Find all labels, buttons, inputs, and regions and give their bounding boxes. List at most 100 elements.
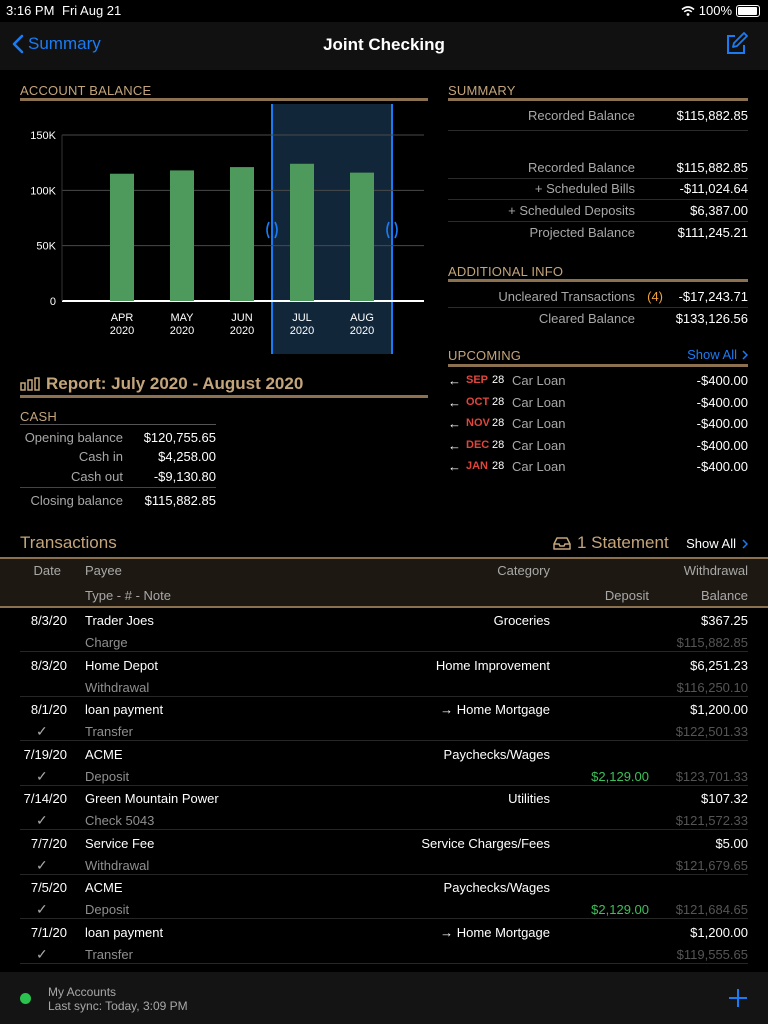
transaction-row[interactable]: 8/3/20 Home Depot Withdrawal Home Improveme… [0, 653, 768, 697]
transaction-type: Withdrawal [85, 857, 150, 873]
transaction-type: Withdrawal [85, 679, 150, 695]
transaction-balance: $123,701.33 [675, 768, 748, 784]
page-title: Joint Checking [323, 35, 445, 54]
x-tick-year: 2020 [110, 325, 134, 337]
cash-out-value: -$9,130.80 [153, 469, 216, 484]
transaction-date: 8/3/20 [30, 613, 67, 628]
transactions-title: Transactions [20, 533, 117, 552]
upcoming-amount: -$400.00 [696, 416, 748, 431]
transaction-type: Charge [85, 635, 128, 650]
x-tick-month: JUL [292, 312, 312, 324]
transaction-row[interactable]: 7/5/20 ACME Deposit Paychecks/Wages $2,129.0… [0, 875, 768, 919]
transactions-show-all-button[interactable]: Show All [686, 536, 748, 551]
statement-button[interactable]: 1 Statement [553, 533, 669, 553]
summary-deposits-value: $6,387.00 [690, 203, 748, 218]
upcoming-item[interactable]: ← OCT 28 Car Loan -$400.00 [448, 392, 748, 413]
column-balance[interactable]: Balance [701, 588, 748, 603]
upcoming-amount: -$400.00 [696, 373, 748, 388]
transaction-balance: $121,572.33 [675, 813, 748, 828]
summary-divider [448, 199, 748, 200]
transaction-row[interactable]: 7/14/20 Green Mountain Power Check 5043 Uti… [0, 786, 768, 830]
cash-rule [20, 424, 216, 425]
cash-total-rule [20, 487, 216, 488]
transaction-row[interactable]: 7/7/20 Service Fee Withdrawal Service Charg… [0, 831, 768, 875]
account-balance-header: ACCOUNT BALANCE [20, 83, 152, 98]
upcoming-list: ← SEP 28 Car Loan -$400.00 ← OCT 28 Car Loan -$40… [448, 370, 748, 480]
upcoming-month: SEP [466, 374, 489, 386]
transaction-row[interactable]: 7/1/20 loan payment Transfer → Home Mortgag… [0, 920, 768, 964]
upcoming-payee: Car Loan [512, 373, 566, 388]
arrow-left-icon: ← [448, 459, 461, 474]
transaction-category: Utilities [508, 791, 550, 806]
arrow-left-icon: ← [448, 373, 461, 388]
upcoming-month: OCT [466, 395, 490, 408]
transactions-show-all-label: Show All [686, 536, 736, 551]
transaction-payee: Home Depot [85, 657, 158, 673]
cash-opening-label: Opening balance [24, 430, 123, 445]
transaction-withdrawal: $107.32 [701, 791, 748, 806]
chevron-right-icon [742, 349, 748, 360]
upcoming-amount: -$400.00 [696, 459, 748, 474]
transaction-row[interactable]: 8/1/20 loan payment Transfer → Home Mortgag… [0, 697, 768, 741]
footer-accounts-label[interactable]: My Accounts [48, 985, 116, 999]
transaction-row[interactable]: 8/3/20 Trader Joes Charge Groceries $367.25 $… [0, 608, 768, 652]
row-divider [20, 962, 748, 964]
upcoming-month: JAN [466, 460, 489, 472]
cash-closing-value: $115,882.85 [144, 493, 216, 508]
bar-chart-icon [20, 377, 40, 391]
upcoming-day: 28 [492, 374, 505, 386]
upcoming-item[interactable]: ← JAN 28 Car Loan -$400.00 [448, 456, 748, 477]
inbox-tray-icon [553, 537, 571, 550]
column-header-top-rule [0, 557, 768, 559]
balance-bar [350, 172, 374, 301]
upcoming-amount: -$400.00 [696, 394, 748, 410]
edit-button[interactable] [724, 32, 748, 61]
summary-bills-value: -$11,024.64 [679, 181, 748, 196]
upcoming-amount: -$400.00 [696, 437, 748, 453]
upcoming-day: 28 [492, 438, 505, 451]
sync-status-dot [20, 993, 31, 1004]
upcoming-item[interactable]: ← DEC 28 Car Loan -$400.00 [448, 435, 748, 456]
transaction-row[interactable]: 7/19/20 ACME Deposit Paychecks/Wages $2,129.… [0, 742, 768, 786]
upcoming-item[interactable]: ← SEP 28 Car Loan -$400.00 [448, 370, 748, 391]
transaction-date: 7/14/20 [23, 791, 67, 806]
column-payee[interactable]: Payee [85, 563, 122, 578]
transaction-type: Deposit [85, 902, 130, 917]
upcoming-show-all-label: Show All [687, 347, 737, 362]
upcoming-rule [448, 364, 748, 367]
account-balance-chart[interactable]: 150K100K50K0APR2020MAY2020JUN2020JUL2020… [20, 104, 430, 356]
transaction-payee: Trader Joes [85, 613, 154, 628]
additional-divider [448, 307, 748, 308]
cleared-checkmark-icon: ✓ [36, 901, 48, 917]
transaction-balance: $116,250.10 [676, 679, 748, 695]
x-tick-month: MAY [170, 312, 194, 324]
additional-info-header: ADDITIONAL INFO [448, 264, 564, 279]
cash-in-label: Cash in [78, 449, 123, 464]
transaction-payee: ACME [85, 746, 123, 762]
column-deposit[interactable]: Deposit [605, 588, 649, 603]
cash-in-value: $4,258.00 [158, 449, 216, 464]
transaction-deposit: $2,129.00 [591, 902, 649, 917]
transaction-type: Deposit [85, 768, 130, 784]
column-category[interactable]: Category [497, 563, 550, 578]
statement-label: 1 Statement [577, 533, 669, 552]
column-type-note[interactable]: Type - # - Note [85, 588, 171, 603]
transaction-category: Service Charges/Fees [421, 835, 550, 851]
upcoming-day: 28 [492, 460, 505, 472]
add-transaction-button[interactable] [728, 988, 748, 1013]
battery-percent: 100% [698, 3, 732, 18]
transaction-category: → Home Mortgage [440, 924, 550, 940]
y-tick-label: 0 [50, 296, 56, 308]
column-date[interactable]: Date [0, 563, 61, 578]
summary-recorded-value: $115,882.85 [676, 160, 748, 175]
transaction-date: 7/7/20 [30, 835, 67, 851]
upcoming-month: DEC [466, 438, 490, 451]
y-tick-label: 100K [30, 185, 56, 197]
upcoming-show-all-button[interactable]: Show All [687, 347, 748, 362]
column-withdrawal[interactable]: Withdrawal [684, 563, 748, 578]
transaction-deposit: $2,129.00 [591, 768, 649, 784]
upcoming-day: 28 [492, 395, 505, 408]
upcoming-item[interactable]: ← NOV 28 Car Loan -$400.00 [448, 413, 748, 434]
transaction-category: Paychecks/Wages [443, 880, 550, 895]
report-rule [20, 395, 428, 398]
